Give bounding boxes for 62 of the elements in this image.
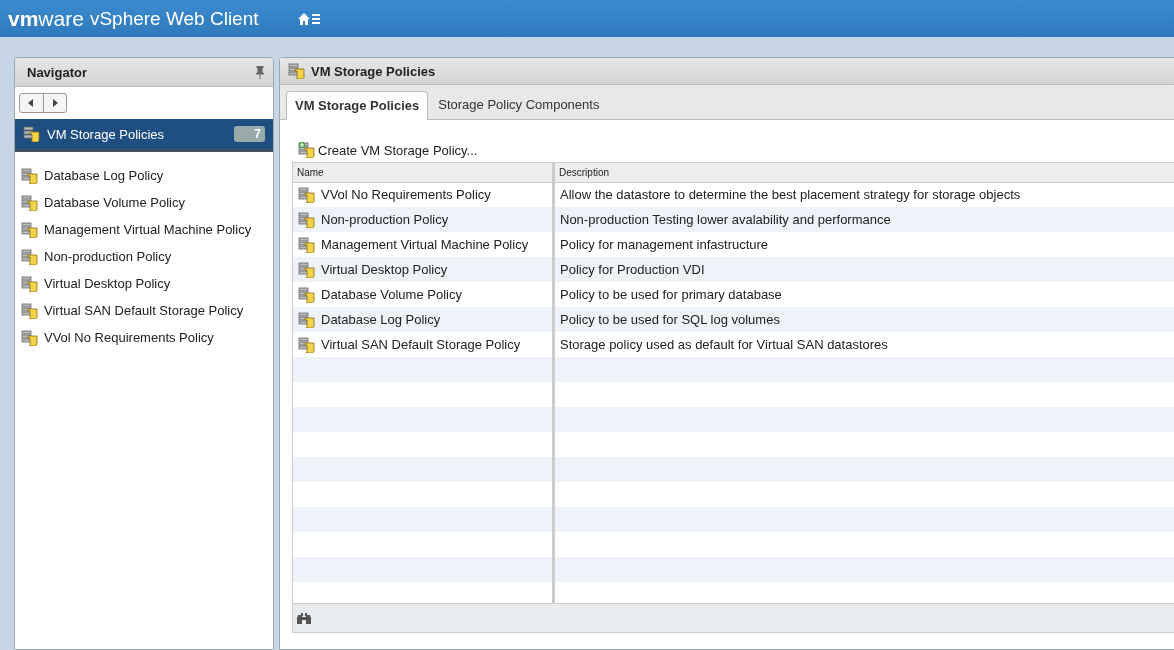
policy-icon	[298, 236, 316, 253]
policy-icon	[21, 275, 39, 292]
nav-item-label: Database Log Policy	[44, 168, 164, 183]
table-cell-text: Policy for management infastructure	[559, 236, 770, 254]
nav-list-item[interactable]: Virtual SAN Default Storage Policy	[15, 297, 273, 324]
policy-icon	[298, 186, 316, 203]
nav-item-label: Database Volume Policy	[44, 195, 185, 210]
table-cell-text: Policy to be used for primary database	[559, 286, 783, 304]
navigator-title: Navigator	[27, 64, 87, 80]
policy-name: VVol No Requirements Policy	[321, 187, 491, 202]
vmware-logo: vmware	[8, 6, 84, 31]
home-menu-icon[interactable]	[296, 11, 321, 26]
policy-icon	[298, 286, 316, 303]
policy-icon	[21, 329, 39, 346]
policy-name: Database Log Policy	[321, 312, 441, 327]
tab[interactable]: VM Storage Policies	[286, 91, 429, 120]
nav-item-label: VM Storage Policies	[47, 126, 165, 142]
policy-name: Virtual Desktop Policy	[321, 262, 448, 277]
policy-icon	[288, 63, 306, 79]
nav-list-item[interactable]: Database Log Policy	[15, 162, 273, 189]
nav-item-label: Virtual SAN Default Storage Policy	[44, 303, 244, 318]
nav-list-item[interactable]: Non-production Policy	[15, 243, 273, 270]
policy-icon	[21, 221, 39, 238]
nav-item-label: Virtual Desktop Policy	[44, 276, 171, 291]
policy-icon	[21, 248, 39, 265]
table-cell-text: Non-production Testing lower avalability and performance	[559, 211, 892, 229]
policy-icon	[21, 167, 39, 184]
create-policy-button[interactable]: Create VM Storage Policy...	[298, 142, 1174, 158]
policy-icon	[21, 302, 39, 319]
policy-name: Database Volume Policy	[321, 287, 462, 302]
policy-icon	[298, 261, 316, 278]
nav-item-label: VVol No Requirements Policy	[44, 330, 214, 345]
nav-item-label: Management Virtual Machine Policy	[44, 222, 252, 237]
pin-icon[interactable]	[255, 65, 265, 79]
policy-icon	[23, 126, 41, 142]
left-arrow-icon	[28, 99, 35, 107]
policy-icon	[298, 211, 316, 228]
nav-item-label: Non-production Policy	[44, 249, 172, 264]
nav-list-item[interactable]: Management Virtual Machine Policy	[15, 216, 273, 243]
table-cell-text: Storage policy used as default for Virtual SAN datastores	[559, 336, 889, 354]
policy-name: Management Virtual Machine Policy	[321, 237, 529, 252]
policy-name: Non-production Policy	[321, 212, 449, 227]
nav-list-item[interactable]: Database Volume Policy	[15, 189, 273, 216]
nav-list-item[interactable]: VVol No Requirements Policy	[15, 324, 273, 351]
binoculars-icon[interactable]	[297, 612, 311, 624]
add-policy-icon	[298, 142, 316, 158]
tab[interactable]: Storage Policy Components	[430, 91, 608, 119]
table-cell-text: Allow the datastore to determine the best placement strategy for storage objects	[559, 186, 1022, 204]
nav-list-item[interactable]: Virtual Desktop Policy	[15, 270, 273, 297]
table-cell-text: Policy to be used for SQL log volumes	[559, 311, 781, 329]
policy-icon	[298, 336, 316, 353]
right-arrow-icon	[51, 99, 58, 107]
count-badge: 7	[234, 126, 265, 142]
policy-name: Virtual SAN Default Storage Policy	[321, 337, 521, 352]
table-cell-text: Policy for Production VDI	[559, 261, 706, 279]
policy-icon	[298, 311, 316, 328]
panel-title: VM Storage Policies	[311, 63, 436, 79]
policy-icon	[21, 194, 39, 211]
column-header[interactable]: Name	[293, 163, 555, 183]
product-title: vSphere Web Client	[89, 7, 259, 30]
column-header[interactable]: Description	[555, 163, 1174, 183]
selected-nav-item[interactable]: VM Storage Policies 7	[15, 119, 273, 152]
